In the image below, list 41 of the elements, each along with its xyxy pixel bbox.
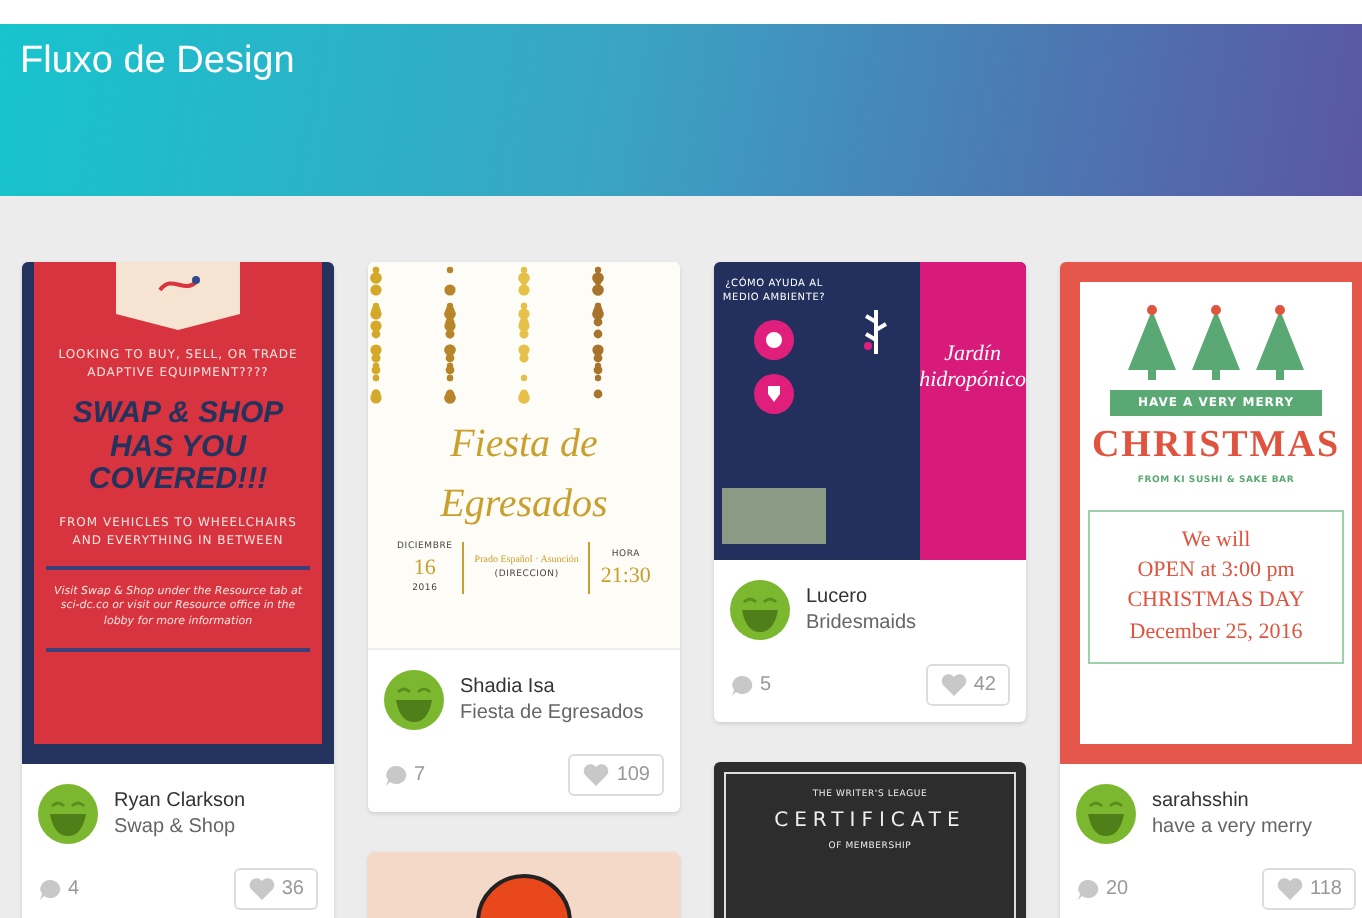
- author-name[interactable]: Ryan Clarkson: [114, 790, 246, 812]
- design-title-text: Fiesta de Egresados: [460, 702, 644, 724]
- design-title-text: Bridesmaids: [806, 612, 917, 634]
- avatar-icon: [730, 580, 790, 640]
- script-title: Fiesta de: [450, 420, 598, 470]
- design-title-text: Swap & Shop: [114, 816, 238, 838]
- design-title: CHRISTMAS: [1091, 424, 1341, 468]
- design-title-text: have a very merry: [1152, 816, 1313, 838]
- poster-headline: SWAP & SHOP HAS YOU COVERED!!!: [70, 398, 286, 497]
- author-name[interactable]: Shadia Isa: [460, 676, 644, 698]
- design-preview[interactable]: [22, 262, 334, 764]
- comment-count: 4: [68, 878, 80, 900]
- heart-icon: [582, 762, 611, 788]
- comment-count: 20: [1106, 878, 1129, 900]
- avatar-icon: [38, 784, 98, 844]
- comment-count: 5: [760, 674, 772, 696]
- comment-count: 7: [414, 764, 426, 786]
- announcement-text: CHRISTMAS DAY: [1127, 588, 1305, 616]
- heart-icon: [247, 876, 276, 902]
- comment-icon: [730, 673, 754, 697]
- photo-placeholder: [722, 488, 826, 544]
- announcement-text: December 25, 2016: [1129, 619, 1303, 646]
- author-name[interactable]: sarahsshin: [1152, 790, 1313, 812]
- comment-icon: [38, 877, 62, 901]
- avatar-icon: [384, 670, 444, 730]
- sprig-icon: [860, 306, 893, 358]
- date-number: 21:30: [600, 563, 651, 587]
- announcement-text: We will: [1181, 528, 1251, 555]
- page-title: Fluxo de Design: [20, 38, 295, 84]
- avatar-icon: [1076, 784, 1136, 844]
- heart-icon: [1276, 876, 1305, 902]
- author-name[interactable]: Lucero: [806, 586, 917, 608]
- script-title: Jardín hidropónico: [919, 342, 1026, 395]
- design-title: CERTIFICATE: [774, 810, 966, 832]
- heart-icon: [939, 672, 968, 698]
- date-number: 16: [413, 556, 436, 580]
- logo-tab-drawing: [116, 262, 240, 330]
- script-title: Egresados: [440, 480, 608, 530]
- announcement-text: OPEN at 3:00 pm: [1137, 558, 1295, 585]
- comment-icon: [384, 763, 408, 787]
- comment-icon: [1076, 877, 1100, 901]
